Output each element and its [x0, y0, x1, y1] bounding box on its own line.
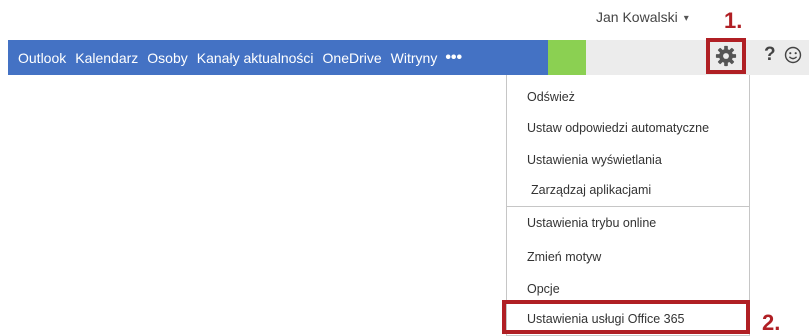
- menu-item-ustawienia-trybu-online[interactable]: Ustawienia trybu online: [527, 216, 656, 230]
- menu-item-ustawienia-wyswietlania[interactable]: Ustawienia wyświetlania: [527, 153, 662, 167]
- menu-item-odswiez[interactable]: Odśwież: [527, 90, 575, 104]
- menu-item-odpowiedzi-automatyczne[interactable]: Ustaw odpowiedzi automatyczne: [527, 121, 709, 135]
- step-1-label: 1.: [724, 8, 743, 33]
- step-2-label: 2.: [762, 310, 781, 335]
- app-navigation: Outlook Kalendarz Osoby Kanały aktualnoś…: [8, 40, 548, 75]
- menu-item-zmien-motyw[interactable]: Zmień motyw: [527, 250, 601, 264]
- menu-item-zarzadzaj-aplikacjami[interactable]: Zarządzaj aplikacjami: [531, 183, 651, 197]
- nav-item-kanaly-aktualnosci[interactable]: Kanały aktualności: [188, 50, 314, 66]
- app-accent-tile: [548, 40, 586, 75]
- nav-item-kalendarz[interactable]: Kalendarz: [66, 50, 138, 66]
- nav-item-onedrive[interactable]: OneDrive: [314, 50, 382, 66]
- menu-item-opcje[interactable]: Opcje: [527, 282, 560, 296]
- user-menu-button[interactable]: Jan Kowalski ▾: [596, 9, 689, 25]
- settings-dropdown-menu: Odśwież Ustaw odpowiedzi automatyczne Us…: [506, 75, 750, 336]
- nav-item-outlook[interactable]: Outlook: [8, 50, 66, 66]
- user-name-label: Jan Kowalski: [596, 9, 678, 25]
- gear-icon: [715, 45, 737, 67]
- help-icon[interactable]: ?: [764, 44, 776, 66]
- more-icon[interactable]: •••: [445, 49, 462, 67]
- settings-button[interactable]: [706, 38, 746, 74]
- menu-divider: [507, 206, 749, 207]
- smiley-icon[interactable]: [784, 46, 802, 64]
- nav-item-osoby[interactable]: Osoby: [138, 50, 187, 66]
- chevron-down-icon: ▾: [683, 13, 689, 24]
- top-navigation-bar: Outlook Kalendarz Osoby Kanały aktualnoś…: [0, 40, 809, 75]
- step-2-highlight: [502, 300, 750, 334]
- nav-item-witryny[interactable]: Witryny: [382, 50, 438, 66]
